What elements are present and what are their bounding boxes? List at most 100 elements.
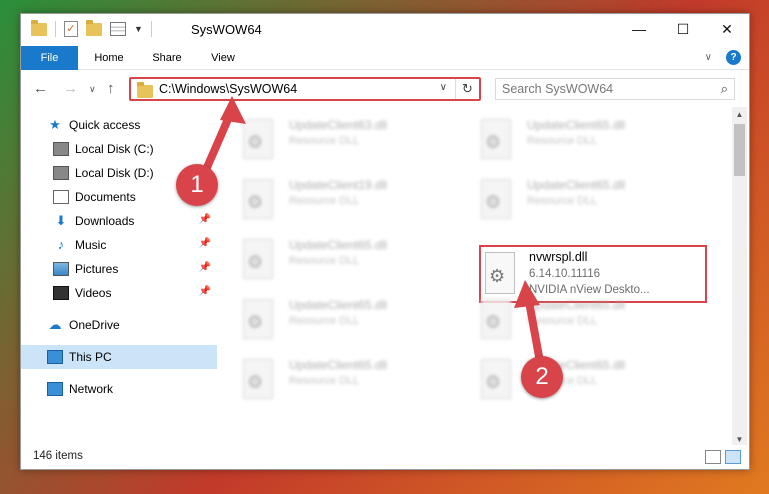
pin-icon[interactable]: 📌 [199,286,211,297]
ribbon-right-controls: ∨ ? [705,50,741,65]
navigation-bar: ← → ∨ ↑ C:\Windows\SysWOW64 ∨ ↻ ⌕ [21,71,749,105]
network-icon [47,382,63,396]
folder-icon [31,19,47,36]
dll-file-icon [243,299,273,339]
customize-toolbar-chevron-icon[interactable]: ▼ [134,24,143,34]
sidebar-item-pictures[interactable]: Pictures 📌 [21,257,217,281]
large-icons-view-icon[interactable] [725,450,741,464]
minimize-button[interactable]: — [617,14,661,44]
onedrive-icon: ☁ [48,317,62,332]
sidebar-item-this-pc[interactable]: This PC [21,345,217,369]
maximize-button[interactable]: ☐ [661,14,705,44]
search-icon[interactable]: ⌕ [721,81,728,97]
address-path[interactable]: C:\Windows\SysWOW64 [159,82,297,96]
music-icon: ♪ [57,237,65,252]
file-name: UpdateClient65.dll [289,358,388,372]
videos-icon [53,286,69,300]
file-item[interactable]: UpdateClient65.dll Resource DLL [221,233,451,289]
file-type: Resource DLL [527,315,598,327]
sidebar-item-quick-access[interactable]: ★ Quick access [21,113,217,137]
tab-file[interactable]: File [21,46,78,70]
back-arrow-icon[interactable]: ← [33,80,48,97]
title-bar: ✓ ▼ SysWOW64 — ☐ ✕ [21,14,749,46]
recent-locations-chevron-icon[interactable]: ∨ [89,84,96,95]
sidebar-item-label: Music [75,238,107,252]
sidebar-item-label: Downloads [75,214,135,228]
status-bar: 146 items [21,445,749,469]
file-name: UpdateClient65.dll [527,178,626,192]
search-box[interactable]: ⌕ [495,78,735,100]
sidebar-item-label: Quick access [69,118,141,132]
file-item[interactable]: UpdateClient65.dll Resource DLL [221,353,451,409]
file-name: UpdateClient65.dll [289,238,388,252]
window-controls: — ☐ ✕ [617,14,749,44]
tab-view[interactable]: View [197,46,249,70]
documents-icon [53,190,69,204]
file-item[interactable]: UpdateClient65.dll Resource DLL [221,293,451,349]
pin-icon[interactable]: 📌 [199,262,211,273]
help-icon[interactable]: ? [726,50,741,65]
sidebar-item-label: OneDrive [69,318,120,332]
sidebar-item-local-disk-c[interactable]: Local Disk (C:) [21,137,217,161]
sidebar-item-label: Local Disk (D:) [75,166,154,180]
sidebar-item-network[interactable]: Network [21,377,217,401]
file-item[interactable]: UpdateClient65.dll Resource DLL [459,113,689,169]
properties-icon[interactable] [110,22,126,36]
vertical-scrollbar[interactable]: ▲ ▼ [732,107,747,447]
refresh-icon[interactable]: ↻ [455,79,479,99]
drive-icon [53,166,69,180]
expand-ribbon-chevron-icon[interactable]: ∨ [705,52,712,63]
properties-check-icon[interactable]: ✓ [64,21,78,37]
new-folder-icon[interactable] [86,19,102,36]
downloads-icon: ⬇ [55,213,67,228]
star-icon: ★ [49,117,61,132]
address-dropdown-chevron-icon[interactable]: ∨ [440,82,447,93]
file-item[interactable]: UpdateClient19.dll Resource DLL [221,173,451,229]
sidebar-item-label: Network [69,382,114,396]
sidebar-item-onedrive[interactable]: ☁ OneDrive [21,313,217,337]
sidebar-item-label: Pictures [75,262,119,276]
dll-file-icon [481,119,511,159]
file-type: Resource DLL [289,195,360,207]
file-name: UpdateClient65.dll [527,298,626,312]
pin-icon[interactable]: 📌 [199,238,211,249]
sidebar-item-label: This PC [69,350,112,364]
dll-file-icon [243,119,273,159]
close-button[interactable]: ✕ [705,14,749,44]
toolbar-separator [150,21,152,37]
forward-arrow-icon[interactable]: → [63,80,78,97]
file-type: Resource DLL [527,195,598,207]
quick-access-toolbar: ✓ ▼ [31,19,152,37]
search-input[interactable] [502,81,702,97]
sidebar-item-videos[interactable]: Videos 📌 [21,281,217,305]
tab-share[interactable]: Share [139,46,195,70]
scroll-up-arrow-icon[interactable]: ▲ [732,107,747,122]
scroll-thumb[interactable] [734,124,745,176]
file-type: Resource DLL [289,135,360,147]
sidebar-item-music[interactable]: ♪ Music 📌 [21,233,217,257]
file-item[interactable]: UpdateClient65.dll Resource DLL [459,173,689,229]
ribbon-tabs: File Home Share View ∨ ? [21,46,749,70]
dll-file-icon [243,179,273,219]
up-arrow-icon[interactable]: ↑ [107,80,115,97]
details-view-icon[interactable] [705,450,721,464]
dll-file-icon [481,299,511,339]
file-type: Resource DLL [527,135,598,147]
explorer-window: ✓ ▼ SysWOW64 — ☐ ✕ File Home Share View … [20,13,750,470]
file-version: 6.14.10.11116 [529,268,600,280]
dll-file-icon [243,239,273,279]
file-type: Resource DLL [289,255,360,267]
address-bar[interactable]: C:\Windows\SysWOW64 ∨ ↻ [129,77,481,101]
dll-file-icon [481,359,511,399]
file-item[interactable]: UpdateClient65.dll Resource DLL [459,353,689,409]
view-switcher [705,450,741,464]
tab-home[interactable]: Home [81,46,137,70]
file-name: UpdateClient65.dll [527,118,626,132]
pin-icon[interactable]: 📌 [199,214,211,225]
sidebar-item-downloads[interactable]: ⬇ Downloads 📌 [21,209,217,233]
file-item[interactable]: UpdateClient65.dll Resource DLL [459,293,689,349]
dll-file-icon [481,179,511,219]
this-pc-icon [47,350,63,364]
callout-marker-2: 2 [521,356,563,398]
file-item[interactable]: UpdateClient63.dll Resource DLL [221,113,451,169]
